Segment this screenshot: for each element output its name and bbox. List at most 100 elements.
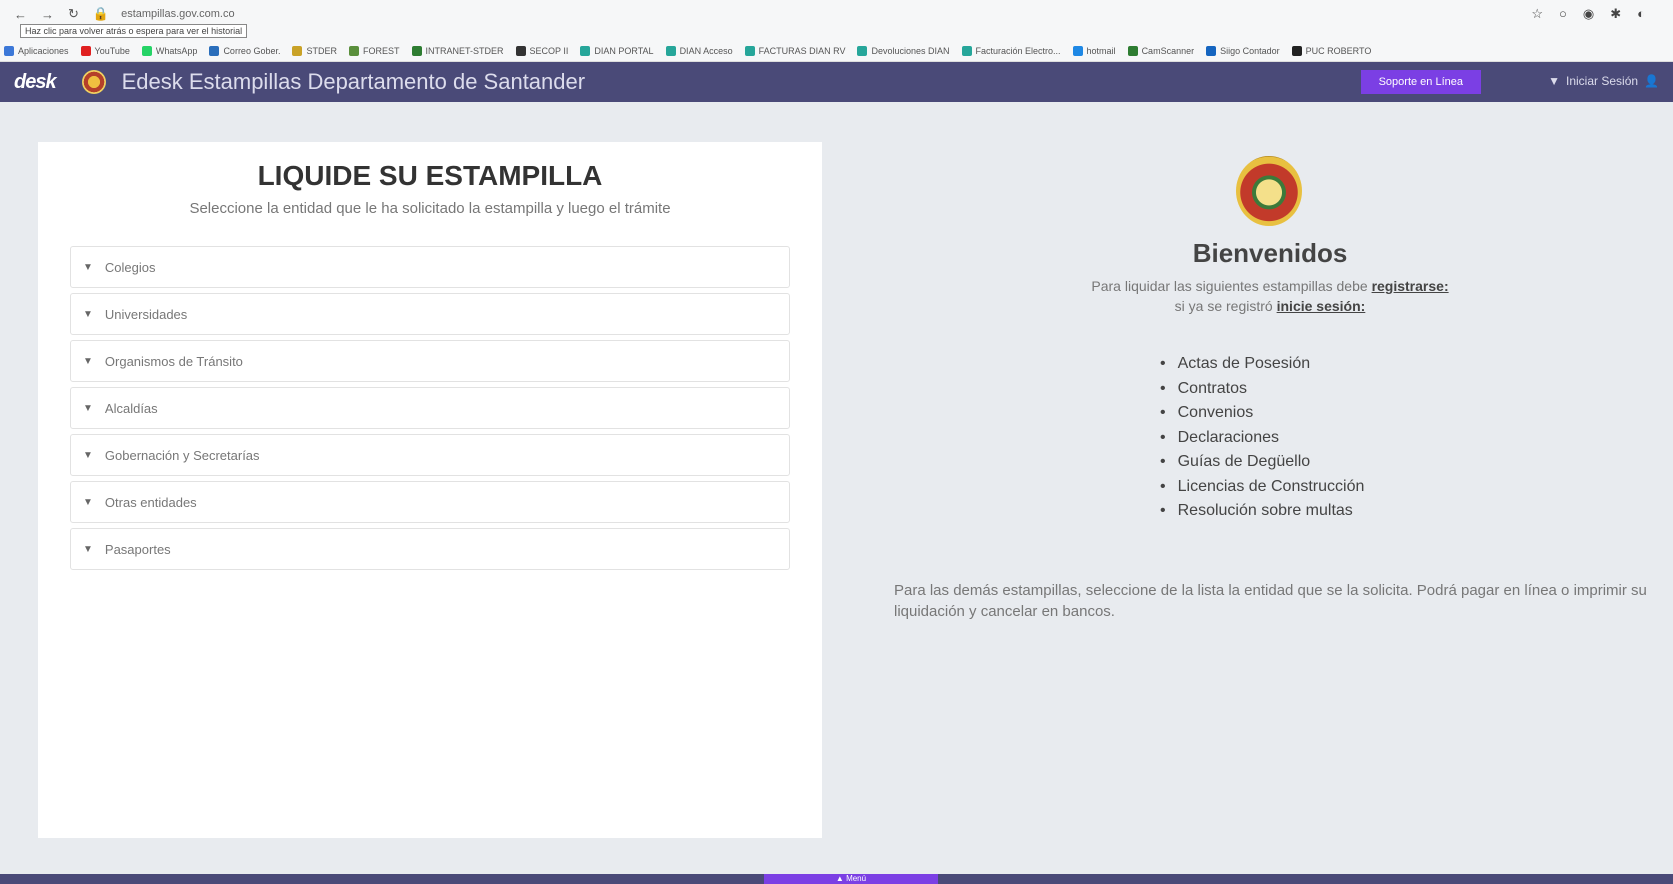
bookmark-item[interactable]: CamScanner [1127,45,1195,56]
bookmark-item[interactable]: Siigo Contador [1206,45,1280,56]
browser-chrome: ← → ↻ 🔒 estampillas.gov.com.co Haz clic … [0,0,1673,40]
santander-seal-icon [1236,156,1302,226]
caret-down-icon: ▼ [83,261,93,273]
bookmark-item[interactable]: DIAN PORTAL [580,45,654,56]
bookmark-item[interactable]: Devoluciones DIAN [857,45,950,56]
lock-icon: 🔒 [92,6,110,21]
menu-tab[interactable]: ▲ Menú [764,874,938,884]
opera-icon[interactable]: ○ [1559,6,1567,22]
star-icon[interactable]: ☆ [1531,6,1543,22]
bookmark-label: Facturación Electro... [975,45,1061,56]
bookmark-label: DIAN PORTAL [594,45,654,56]
bookmark-label: WhatsApp [155,45,198,56]
accordion-item[interactable]: ▼ Otras entidades [70,481,790,523]
puzzle-icon[interactable]: ✱ [1610,6,1621,22]
bookmark-item[interactable]: Correo Gober. [209,45,280,56]
bookmark-label: PUC ROBERTO [1305,45,1372,56]
bookmark-item[interactable]: Aplicaciones [4,45,69,56]
accordion-item[interactable]: ▼ Organismos de Tránsito [70,340,790,382]
caret-down-icon: ▼ [83,308,93,320]
stamp-list-item: Declaraciones [1160,426,1364,451]
bookmark-label: INTRANET-STDER [425,45,504,56]
entity-accordion: ▼ Colegios ▼ Universidades ▼ Organismos de Tr… [70,246,790,575]
bookmark-item[interactable]: SECOP II [515,45,568,56]
menu-label: Menú [846,874,867,883]
welcome-heading: Bienvenidos [1192,238,1348,268]
accordion-label: Colegios [104,259,156,275]
bookmark-label: Aplicaciones [18,45,69,56]
bookmark-label: Siigo Contador [1220,45,1280,56]
back-icon[interactable]: ← [14,7,27,22]
bookmark-item[interactable]: STDER [292,45,337,56]
bookmark-icon [348,45,359,56]
bookmark-icon [209,45,220,56]
support-button[interactable]: Soporte en Línea [1360,70,1481,94]
accordion-item[interactable]: ▼ Gobernación y Secretarías [70,434,790,476]
bookmarks-bar: Aplicaciones YouTube WhatsApp Correo Gober.… [0,40,1673,62]
bookmark-icon [1206,45,1217,56]
register-link[interactable]: registrarse: [1372,278,1449,294]
accordion-label: Universidades [104,306,188,322]
bookmark-icon [857,45,868,56]
bookmark-item[interactable]: YouTube [80,45,130,56]
caret-down-icon: ▼ [83,496,93,508]
stamp-list-item: Contratos [1160,377,1364,402]
stamp-list-item: Licencias de Construcción [1160,475,1365,500]
intro-text-1: Para liquidar las siguientes estampillas… [1091,278,1372,294]
bookmark-item[interactable]: FOREST [348,45,400,56]
bookmark-item[interactable]: DIAN Acceso [665,45,733,56]
bookmark-label: YouTube [94,45,130,56]
accordion-item[interactable]: ▼ Universidades [70,293,790,335]
bookmark-icon [1072,45,1083,56]
user-icon: 👤 [1644,74,1659,88]
bookmark-item[interactable]: hotmail [1072,45,1116,56]
caret-up-icon: ▲ [835,874,844,883]
caret-down-icon: ▼ [1548,74,1560,88]
bookmark-item[interactable]: INTRANET-STDER [411,45,504,56]
bookmark-label: FACTURAS DIAN RV [758,45,846,56]
stamp-list-item: Actas de Posesión [1160,352,1364,377]
record-icon[interactable]: ◉ [1583,6,1594,22]
accordion-item[interactable]: ▼ Pasaportes [70,528,790,570]
caret-down-icon: ▼ [83,449,93,461]
accordion-item[interactable]: ▼ Colegios [70,246,790,288]
seal-small-icon [81,70,106,94]
login-label: Iniciar Sesión [1566,74,1639,88]
reload-icon[interactable]: ↻ [68,6,79,22]
bookmark-label: CamScanner [1141,45,1195,56]
bookmark-icon [411,45,422,56]
caret-down-icon: ▼ [83,355,93,367]
caret-down-icon: ▼ [83,543,93,555]
forward-icon[interactable]: → [41,7,54,22]
intro-text-2: si ya se registró [1174,298,1277,314]
login-menu[interactable]: ▼ Iniciar Sesión 👤 [1548,74,1659,88]
app-title: Edesk Estampillas Departamento de Santan… [121,69,586,94]
bookmark-icon [744,45,755,56]
bookmark-icon [1127,45,1138,56]
bookmark-icon [4,45,14,56]
bookmark-icon [580,45,591,56]
bookmark-icon [515,45,526,56]
bookmark-item[interactable]: FACTURAS DIAN RV [744,45,846,56]
extension-icons: ☆ ○ ◉ ✱ ◐ [1531,6,1645,22]
profile-icon[interactable]: ◐ [1637,6,1645,22]
accordion-label: Gobernación y Secretarías [104,447,260,463]
other-stamps-note: Para las demás estampillas, seleccione d… [894,582,1647,620]
stamp-list-item: Resolución sobre multas [1160,499,1364,524]
app-header: desk Edesk Estampillas Departamento de S… [0,62,1673,102]
app-logo[interactable]: desk [14,71,57,94]
browser-nav-icons: ← → ↻ 🔒 [0,6,109,22]
address-bar[interactable]: estampillas.gov.com.co [121,8,235,20]
login-link[interactable]: inicie sesión: [1277,298,1366,314]
stamp-list-item: Convenios [1160,401,1364,426]
bookmark-icon [141,45,152,56]
stamps-list: Actas de PosesiónContratosConveniosDecla… [1160,352,1365,524]
stamp-list-item: Guías de Degüello [1160,450,1364,475]
accordion-item[interactable]: ▼ Alcaldías [70,387,790,429]
bookmark-item[interactable]: PUC ROBERTO [1291,45,1372,56]
bookmark-icon [292,45,303,56]
bookmark-label: DIAN Acceso [679,45,733,56]
bookmark-icon [1291,45,1302,56]
bookmark-item[interactable]: WhatsApp [141,45,198,56]
bookmark-item[interactable]: Facturación Electro... [961,45,1061,56]
